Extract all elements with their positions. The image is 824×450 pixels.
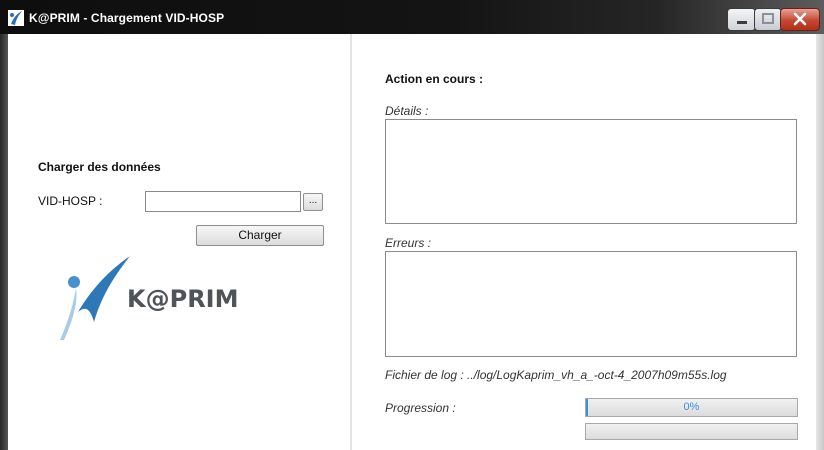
maximize-button[interactable] bbox=[754, 8, 782, 31]
action-title: Action en cours : bbox=[385, 72, 484, 86]
title-bar[interactable]: K@PRIM - Chargement VID-HOSP bbox=[0, 0, 824, 34]
progress-bar: 0% bbox=[585, 398, 798, 417]
details-textarea[interactable] bbox=[385, 119, 797, 224]
main-window: K@PRIM - Chargement VID-HOSP Charger des… bbox=[0, 0, 824, 450]
browse-button[interactable]: ... bbox=[303, 193, 323, 211]
secondary-progress-bar bbox=[585, 423, 798, 440]
load-data-title: Charger des données bbox=[38, 160, 161, 174]
window-frame-left bbox=[0, 34, 8, 450]
window-title: K@PRIM - Chargement VID-HOSP bbox=[29, 11, 225, 25]
progress-label: Progression : bbox=[385, 401, 456, 415]
kaprim-logo-text: K@PRIM bbox=[127, 285, 239, 313]
close-button[interactable] bbox=[780, 8, 820, 31]
details-label: Détails : bbox=[385, 104, 429, 118]
panel-divider bbox=[350, 34, 352, 450]
vidhosp-label: VID-HOSP : bbox=[38, 194, 103, 208]
errors-label: Erreurs : bbox=[385, 236, 432, 250]
window-frame-right bbox=[816, 34, 824, 450]
maximize-icon bbox=[762, 13, 774, 24]
load-button[interactable]: Charger bbox=[196, 225, 324, 246]
close-icon bbox=[793, 12, 807, 26]
errors-textarea[interactable] bbox=[385, 251, 797, 357]
progress-percent: 0% bbox=[683, 401, 700, 413]
vidhosp-input[interactable] bbox=[145, 191, 301, 212]
log-file-label: Fichier de log : ../log/LogKaprim_vh_a_-… bbox=[385, 368, 727, 382]
minimize-button[interactable] bbox=[727, 8, 756, 31]
app-icon bbox=[8, 10, 24, 26]
minimize-icon bbox=[737, 21, 747, 24]
